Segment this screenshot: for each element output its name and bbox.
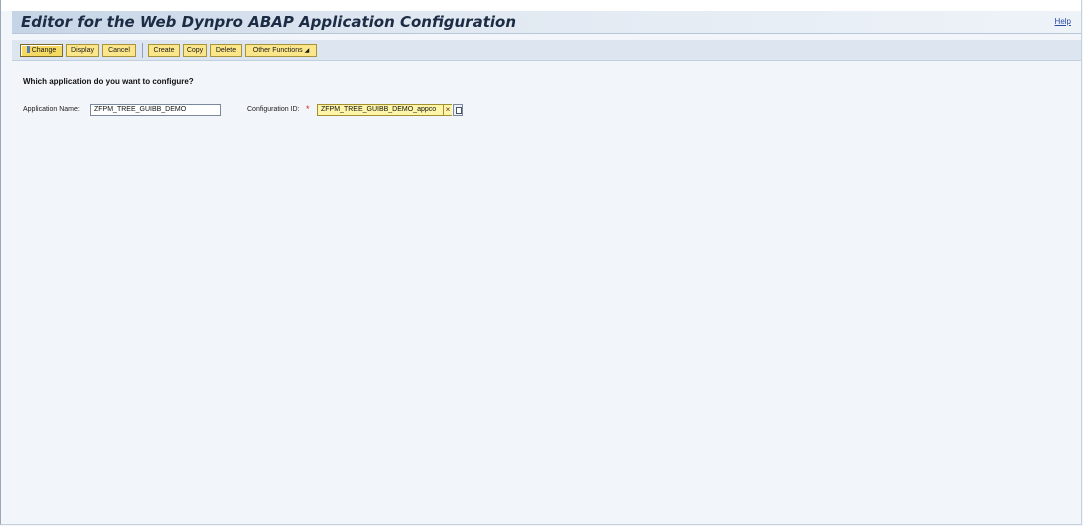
other-functions-button[interactable]: Other Functions ◢ [245,44,317,57]
help-link[interactable]: Help [1055,17,1071,26]
application-name-label: Application Name: [23,106,80,113]
change-button[interactable]: Change [20,44,63,57]
change-button-label: Change [31,47,57,54]
required-marker: * [306,104,310,114]
clear-icon[interactable]: × [444,104,452,116]
display-button[interactable]: Display [66,44,99,57]
configuration-id-label: Configuration ID: [247,106,300,113]
create-button[interactable]: Create [148,44,180,57]
create-button-label: Create [153,47,175,54]
cancel-button[interactable]: Cancel [102,44,136,57]
application-window: Editor for the Web Dynpro ABAP Applicati… [0,0,1082,525]
display-button-label: Display [71,47,94,54]
toolbar-separator [142,43,143,58]
toolbar: Change Display Cancel Create Copy Delete… [12,40,1081,61]
triangle-down-icon: ◢ [304,48,310,54]
cancel-button-label: Cancel [108,47,130,54]
application-name-input[interactable]: ZFPM_TREE_GUIBB_DEMO [90,104,221,116]
top-strip [1,0,1081,11]
page-title: Editor for the Web Dynpro ABAP Applicati… [21,13,516,31]
configuration-id-input[interactable]: ZFPM_TREE_GUIBB_DEMO_appco [317,104,444,116]
delete-button[interactable]: Delete [210,44,242,57]
value-help-icon[interactable] [453,104,463,116]
title-bar: Editor for the Web Dynpro ABAP Applicati… [12,11,1081,34]
other-functions-label: Other Functions [252,47,303,54]
copy-button[interactable]: Copy [183,44,207,57]
selected-indicator-icon [26,46,30,54]
copy-button-label: Copy [186,47,204,54]
form-question: Which application do you want to configu… [23,77,194,86]
delete-button-label: Delete [215,47,237,54]
